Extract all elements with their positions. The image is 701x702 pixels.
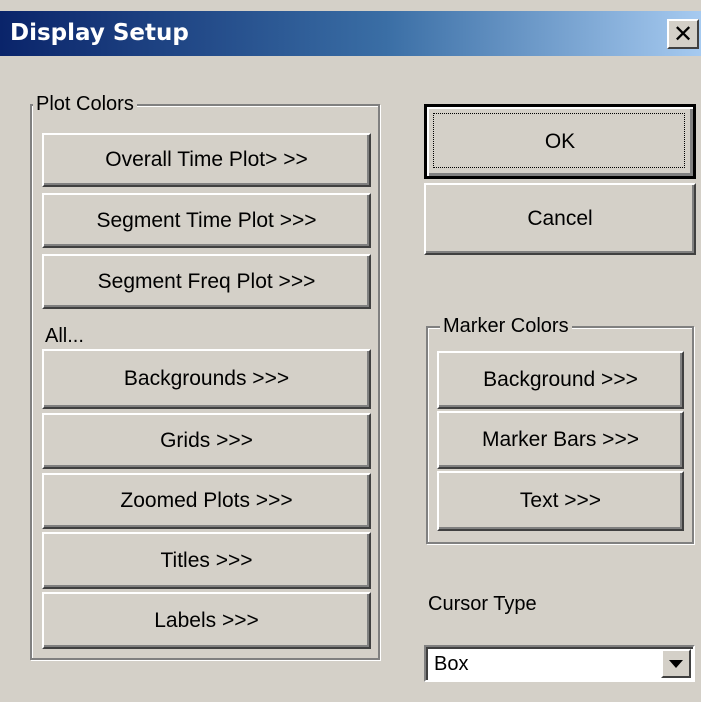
segment-time-plot-label: Segment Time Plot >>>: [96, 208, 317, 232]
dropdown-button[interactable]: [661, 649, 691, 678]
titles-button[interactable]: Titles >>>: [42, 532, 371, 589]
backgrounds-button[interactable]: Backgrounds >>>: [42, 349, 371, 409]
grids-label: Grids >>>: [160, 429, 253, 452]
marker-colors-label: Marker Colors: [440, 315, 572, 337]
marker-background-label: Background >>>: [483, 368, 638, 391]
grids-button[interactable]: Grids >>>: [42, 413, 371, 469]
cursor-type-value: Box: [434, 653, 469, 675]
labels-label: Labels >>>: [154, 608, 259, 632]
plot-colors-label: Plot Colors: [33, 93, 137, 115]
zoomed-plots-button[interactable]: Zoomed Plots >>>: [42, 473, 371, 529]
overall-time-plot-button[interactable]: Overall Time Plot> >>: [42, 133, 371, 187]
segment-freq-plot-label: Segment Freq Plot >>>: [97, 269, 316, 293]
cursor-type-label: Cursor Type: [428, 593, 537, 615]
window-title: Display Setup: [10, 20, 189, 46]
titles-label: Titles >>>: [160, 548, 253, 572]
cancel-label: Cancel: [527, 207, 593, 230]
zoomed-plots-label: Zoomed Plots >>>: [120, 489, 293, 512]
backgrounds-label: Backgrounds >>>: [123, 367, 290, 390]
marker-bars-label: Marker Bars >>>: [482, 428, 639, 451]
marker-text-button[interactable]: Text >>>: [437, 471, 684, 531]
labels-button[interactable]: Labels >>>: [42, 592, 371, 649]
display-setup-dialog: Display Setup ✕ Plot Colors Overall Time…: [0, 0, 701, 702]
all-label: All...: [45, 325, 84, 347]
title-bar[interactable]: Display Setup ✕: [0, 11, 701, 56]
close-button[interactable]: ✕: [667, 19, 699, 49]
segment-freq-plot-button[interactable]: Segment Freq Plot >>>: [42, 254, 371, 309]
cursor-type-select[interactable]: Box: [424, 645, 695, 682]
cancel-button[interactable]: Cancel: [424, 183, 696, 255]
overall-time-plot-label: Overall Time Plot> >>: [105, 148, 308, 171]
marker-text-label: Text >>>: [519, 489, 602, 512]
marker-bars-button[interactable]: Marker Bars >>>: [437, 411, 684, 469]
close-icon: ✕: [672, 20, 694, 48]
ok-button[interactable]: OK: [424, 104, 696, 179]
marker-background-button[interactable]: Background >>>: [437, 351, 684, 409]
focus-ring: [433, 113, 685, 168]
segment-time-plot-button[interactable]: Segment Time Plot >>>: [42, 193, 371, 248]
chevron-down-icon: [669, 659, 683, 668]
